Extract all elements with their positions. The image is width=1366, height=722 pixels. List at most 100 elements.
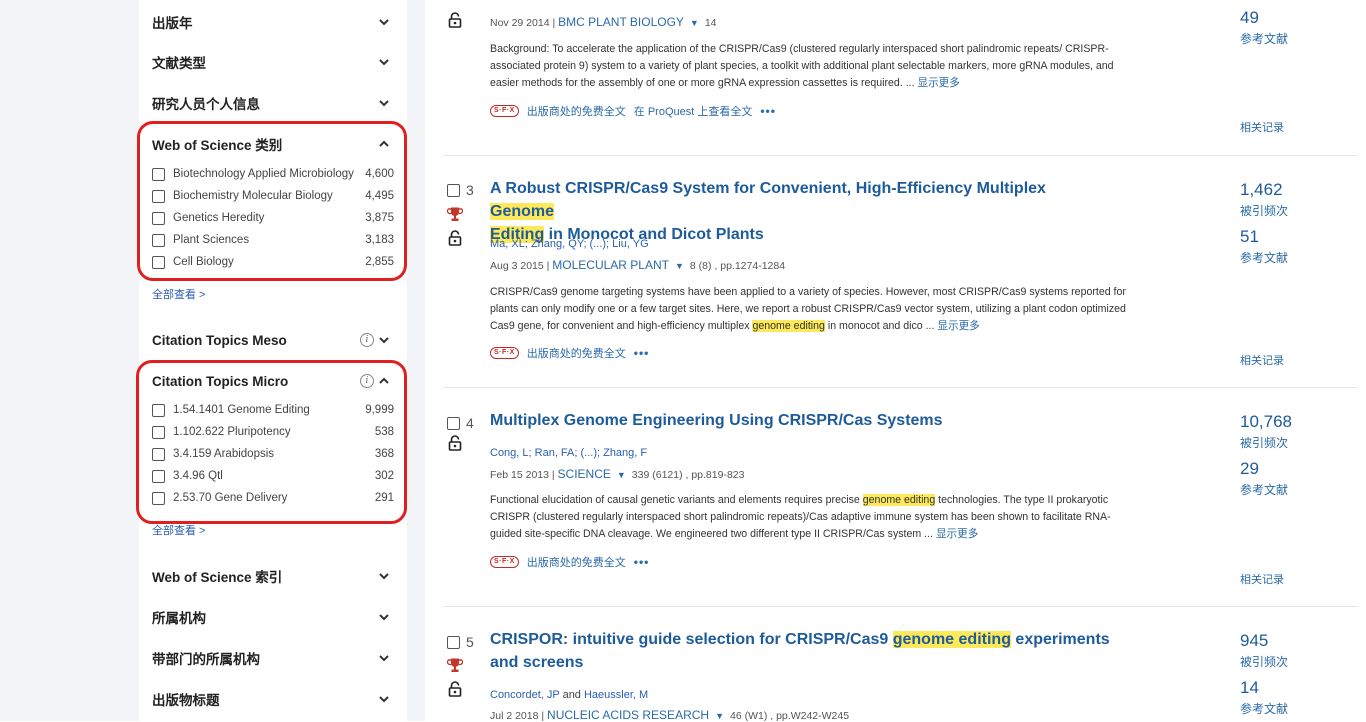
free-full-text-link[interactable]: 出版商处的免费全文 (527, 554, 626, 570)
author-link[interactable]: Concordet, JP (490, 689, 560, 701)
info-icon[interactable]: i (360, 333, 374, 347)
abstract-highlight: genome editing (752, 320, 825, 332)
free-full-text-link[interactable]: 出版商处的免费全文 (527, 345, 626, 361)
references-label[interactable]: 参考文献 (1240, 249, 1288, 266)
caret-down-icon[interactable]: ▼ (715, 711, 724, 721)
chevron-down-icon[interactable] (376, 54, 392, 70)
open-access-lock-icon (448, 230, 462, 246)
chevron-down-icon[interactable] (376, 332, 392, 348)
filter-document-type[interactable]: 文献类型 (152, 51, 392, 73)
show-more-link[interactable]: 显示更多 (936, 528, 978, 540)
times-cited-label[interactable]: 被引频次 (1240, 202, 1288, 219)
record-title-link[interactable]: CRISPOR: intuitive guide selection for C… (490, 628, 1130, 674)
authors-link[interactable]: Cong, L; Ran, FA; (...); Zhang, F (490, 447, 647, 459)
filter-label: Web of Science 索引 (152, 570, 283, 585)
related-records-link[interactable]: 相关记录 (1240, 352, 1284, 368)
title-text: CRISPOR: intuitive guide selection for C… (490, 631, 893, 648)
sfx-badge[interactable]: S·F·X (490, 347, 519, 359)
chevron-down-icon[interactable] (376, 95, 392, 111)
references-label[interactable]: 参考文献 (1240, 481, 1288, 498)
highly-cited-trophy-icon (447, 207, 463, 221)
journal-link[interactable]: MOLECULAR PLANT (552, 258, 669, 272)
abstract: Background: To accelerate the applicatio… (490, 41, 1130, 92)
checkbox[interactable] (447, 183, 460, 197)
record-index: 4 (466, 415, 474, 431)
open-access-lock-icon (448, 12, 462, 28)
title-highlight: Genome (490, 203, 555, 220)
abstract-text: Functional elucidation of causal genetic… (490, 494, 863, 506)
record-title-link[interactable]: A Robust CRISPR/Cas9 System for Convenie… (490, 177, 1090, 246)
filter-affiliations[interactable]: 所属机构 (152, 606, 392, 628)
record-select[interactable]: 3 (447, 182, 474, 198)
pub-date: Feb 15 2013 | (490, 469, 558, 481)
publication-info: Aug 3 2015 | MOLECULAR PLANT ▼ 8 (8) , pp.… (490, 258, 785, 272)
pub-date: Aug 3 2015 | (490, 260, 553, 272)
filter-publication-year[interactable]: 出版年 (152, 11, 392, 33)
filter-citation-topics-meso[interactable]: Citation Topics Meso i (152, 329, 392, 351)
checkbox[interactable] (447, 635, 460, 649)
filter-controls: i (360, 332, 392, 348)
references-count[interactable]: 51 (1240, 227, 1259, 247)
more-options-icon[interactable]: ••• (760, 104, 776, 118)
times-cited-count[interactable]: 1,462 (1240, 180, 1283, 200)
caret-down-icon[interactable]: ▼ (617, 470, 626, 480)
filter-affiliations-with-department[interactable]: 带部门的所属机构 (152, 647, 392, 669)
record-title-link[interactable]: Multiplex Genome Engineering Using CRISP… (490, 409, 1090, 432)
references-label[interactable]: 参考文献 (1240, 30, 1288, 47)
references-count[interactable]: 49 (1240, 8, 1259, 28)
full-text-links: S·F·X 出版商处的免费全文 ••• (490, 345, 649, 361)
author-separator: and (559, 689, 584, 701)
see-all-link[interactable]: 全部查看 > (152, 286, 205, 302)
publication-info: Feb 15 2013 | SCIENCE ▼ 339 (6121) , pp.81… (490, 467, 744, 481)
chevron-down-icon[interactable] (376, 609, 392, 625)
sfx-badge[interactable]: S·F·X (490, 105, 519, 117)
references-count[interactable]: 14 (1240, 678, 1259, 698)
divider (443, 387, 1358, 388)
filter-label: 出版年 (152, 16, 193, 31)
issue-info: 8 (8) , pp.1274-1284 (689, 260, 786, 272)
filter-researcher-profiles[interactable]: 研究人员个人信息 (152, 92, 392, 114)
show-more-link[interactable]: 显示更多 (918, 77, 960, 89)
filter-label: Citation Topics Meso (152, 332, 287, 348)
authors: Concordet, JP and Haeussler, M (490, 689, 648, 701)
times-cited-label[interactable]: 被引频次 (1240, 653, 1288, 670)
author-link[interactable]: Haeussler, M (584, 689, 648, 701)
more-options-icon[interactable]: ••• (634, 346, 650, 360)
filter-wos-index[interactable]: Web of Science 索引 (152, 565, 392, 587)
record-select[interactable]: 4 (447, 415, 474, 431)
caret-down-icon[interactable]: ▼ (690, 18, 699, 28)
references-count[interactable]: 29 (1240, 459, 1259, 479)
journal-link[interactable]: NUCLEIC ACIDS RESEARCH (547, 708, 709, 722)
record-index: 5 (466, 634, 474, 650)
sfx-badge[interactable]: S·F·X (490, 556, 519, 568)
checkbox[interactable] (447, 416, 460, 430)
chevron-down-icon[interactable] (376, 650, 392, 666)
pub-date: Nov 29 2014 | (490, 17, 559, 29)
related-records-link[interactable]: 相关记录 (1240, 571, 1284, 587)
caret-down-icon[interactable]: ▼ (675, 261, 684, 271)
related-records-link[interactable]: 相关记录 (1240, 119, 1284, 135)
free-full-text-link[interactable]: 出版商处的免费全文 (527, 103, 626, 119)
title-text: A Robust CRISPR/Cas9 System for Convenie… (490, 180, 1046, 197)
record-select[interactable]: 5 (447, 634, 474, 650)
pub-date: Jul 2 2018 | (490, 710, 548, 722)
times-cited-count[interactable]: 945 (1240, 631, 1268, 651)
abstract: CRISPR/Cas9 genome targeting systems hav… (490, 284, 1130, 335)
times-cited-label[interactable]: 被引频次 (1240, 434, 1288, 451)
publication-info: Jul 2 2018 | NUCLEIC ACIDS RESEARCH ▼ 46 (… (490, 708, 849, 722)
authors-link[interactable]: Ma, XL; Zhang, QY; (...); Liu, YG (490, 238, 649, 250)
open-access-lock-icon (448, 435, 462, 451)
chevron-down-icon[interactable] (376, 14, 392, 30)
journal-link[interactable]: BMC PLANT BIOLOGY (558, 15, 684, 29)
more-options-icon[interactable]: ••• (634, 555, 650, 569)
see-all-link[interactable]: 全部查看 > (152, 522, 205, 538)
filter-publication-titles[interactable]: 出版物标题 (152, 688, 392, 710)
proquest-link[interactable]: 在 ProQuest 上查看全文 (634, 103, 753, 119)
times-cited-count[interactable]: 10,768 (1240, 412, 1292, 432)
journal-link[interactable]: SCIENCE (558, 467, 611, 481)
chevron-down-icon[interactable] (376, 568, 392, 584)
references-label[interactable]: 参考文献 (1240, 700, 1288, 717)
chevron-down-icon[interactable] (376, 691, 392, 707)
show-more-link[interactable]: 显示更多 (937, 320, 979, 332)
filter-label: 文献类型 (152, 56, 206, 71)
